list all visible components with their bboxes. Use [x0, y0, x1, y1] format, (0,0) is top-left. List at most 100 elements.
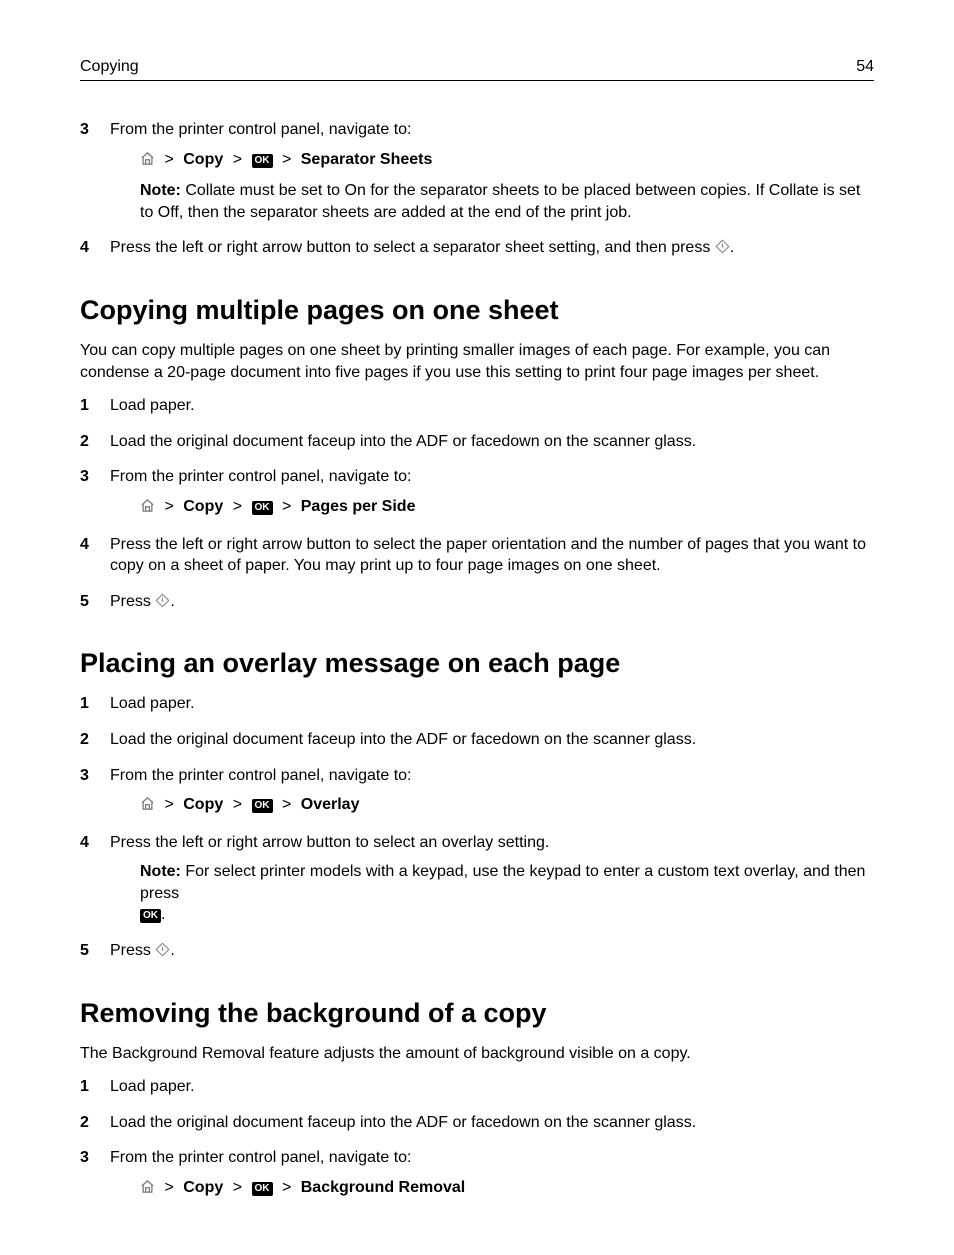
- home-icon: [140, 498, 155, 520]
- step-b3: 3 From the printer control panel, naviga…: [80, 765, 874, 818]
- nav-separator: >: [277, 796, 296, 813]
- step-number: 2: [80, 431, 89, 453]
- nav-target-label: Pages per Side: [301, 498, 416, 515]
- nav-separator: >: [228, 796, 247, 813]
- step-c1: 1 Load paper.: [80, 1076, 874, 1098]
- step-4: 4 Press the left or right arrow button t…: [80, 237, 874, 261]
- nav-separator: >: [159, 1179, 178, 1196]
- nav-separator: >: [159, 151, 178, 168]
- step-a2: 2 Load the original document faceup into…: [80, 431, 874, 453]
- note-paragraph: Note: Collate must be set to On for the …: [140, 180, 874, 223]
- nav-separator: >: [228, 498, 247, 515]
- ok-icon: OK: [252, 799, 273, 813]
- step-text-after: .: [170, 942, 174, 959]
- step-list-c: 1 Load paper. 2 Load the original docume…: [80, 1076, 874, 1200]
- nav-copy-label: Copy: [183, 498, 223, 515]
- step-text: From the printer control panel, navigate…: [110, 121, 412, 138]
- step-number: 4: [80, 237, 89, 259]
- nav-separator: >: [277, 151, 296, 168]
- ok-icon: OK: [252, 154, 273, 168]
- section-intro: The Background Removal feature adjusts t…: [80, 1043, 874, 1065]
- home-icon: [140, 1179, 155, 1201]
- step-3: 3 From the printer control panel, naviga…: [80, 119, 874, 223]
- step-text-after: .: [730, 239, 734, 256]
- step-text: Load paper.: [110, 1078, 195, 1095]
- start-icon: [155, 593, 170, 615]
- step-a5: 5 Press .: [80, 591, 874, 615]
- start-icon: [715, 239, 730, 261]
- step-text-after: .: [170, 593, 174, 610]
- step-number: 2: [80, 729, 89, 751]
- nav-target-label: Separator Sheets: [301, 151, 433, 168]
- section-intro: You can copy multiple pages on one sheet…: [80, 340, 874, 383]
- nav-separator: >: [277, 498, 296, 515]
- step-number: 1: [80, 693, 89, 715]
- note-text: Collate must be set to On for the separa…: [140, 182, 860, 221]
- nav-path: > Copy > OK > Background Removal: [140, 1177, 874, 1201]
- nav-copy-label: Copy: [183, 151, 223, 168]
- nav-separator: >: [228, 151, 247, 168]
- step-list-b: 1 Load paper. 2 Load the original docume…: [80, 693, 874, 963]
- nav-separator: >: [277, 1179, 296, 1196]
- nav-separator: >: [228, 1179, 247, 1196]
- step-list-continuation: 3 From the printer control panel, naviga…: [80, 119, 874, 261]
- step-a1: 1 Load paper.: [80, 395, 874, 417]
- step-text: From the printer control panel, navigate…: [110, 1149, 412, 1166]
- section-title-background: Removing the background of a copy: [80, 998, 874, 1029]
- ok-icon: OK: [252, 501, 273, 515]
- step-text: Load the original document faceup into t…: [110, 433, 696, 450]
- step-number: 1: [80, 1076, 89, 1098]
- step-number: 4: [80, 832, 89, 854]
- running-header: Copying 54: [80, 58, 874, 81]
- step-text-before: Press: [110, 942, 155, 959]
- home-icon: [140, 151, 155, 173]
- step-number: 1: [80, 395, 89, 417]
- nav-path: > Copy > OK > Separator Sheets: [140, 149, 874, 173]
- section-title-multiple-pages: Copying multiple pages on one sheet: [80, 295, 874, 326]
- step-c2: 2 Load the original document faceup into…: [80, 1112, 874, 1134]
- start-icon: [155, 942, 170, 964]
- nav-copy-label: Copy: [183, 796, 223, 813]
- step-text: Load the original document faceup into t…: [110, 1114, 696, 1131]
- header-title: Copying: [80, 58, 139, 76]
- page-number: 54: [856, 58, 874, 76]
- nav-path: > Copy > OK > Pages per Side: [140, 496, 874, 520]
- step-number: 5: [80, 940, 89, 962]
- step-a3: 3 From the printer control panel, naviga…: [80, 466, 874, 519]
- step-text: Press the left or right arrow button to …: [110, 834, 549, 851]
- section-title-overlay: Placing an overlay message on each page: [80, 648, 874, 679]
- note-text-before: For select printer models with a keypad,…: [140, 863, 865, 902]
- note-text-after: .: [161, 906, 165, 923]
- step-b5: 5 Press .: [80, 940, 874, 964]
- step-text: Load paper.: [110, 695, 195, 712]
- nav-target-label: Overlay: [301, 796, 360, 813]
- ok-icon: OK: [140, 909, 161, 923]
- step-number: 3: [80, 765, 89, 787]
- nav-separator: >: [159, 796, 178, 813]
- nav-copy-label: Copy: [183, 1179, 223, 1196]
- step-number: 3: [80, 119, 89, 141]
- step-number: 3: [80, 466, 89, 488]
- step-text: From the printer control panel, navigate…: [110, 468, 412, 485]
- note-paragraph: Note: For select printer models with a k…: [140, 861, 874, 926]
- step-number: 5: [80, 591, 89, 613]
- nav-target-label: Background Removal: [301, 1179, 465, 1196]
- step-b1: 1 Load paper.: [80, 693, 874, 715]
- step-number: 3: [80, 1147, 89, 1169]
- step-number: 4: [80, 534, 89, 556]
- step-a4: 4 Press the left or right arrow button t…: [80, 534, 874, 577]
- note-label: Note:: [140, 182, 181, 199]
- nav-separator: >: [159, 498, 178, 515]
- step-text: From the printer control panel, navigate…: [110, 767, 412, 784]
- step-text-before: Press: [110, 593, 155, 610]
- step-list-a: 1 Load paper. 2 Load the original docume…: [80, 395, 874, 614]
- step-text-before: Press the left or right arrow button to …: [110, 239, 715, 256]
- step-b4: 4 Press the left or right arrow button t…: [80, 832, 874, 926]
- step-number: 2: [80, 1112, 89, 1134]
- note-label: Note:: [140, 863, 181, 880]
- step-c3: 3 From the printer control panel, naviga…: [80, 1147, 874, 1200]
- step-text: Load the original document faceup into t…: [110, 731, 696, 748]
- nav-path: > Copy > OK > Overlay: [140, 794, 874, 818]
- ok-icon: OK: [252, 1182, 273, 1196]
- step-text: Press the left or right arrow button to …: [110, 536, 866, 575]
